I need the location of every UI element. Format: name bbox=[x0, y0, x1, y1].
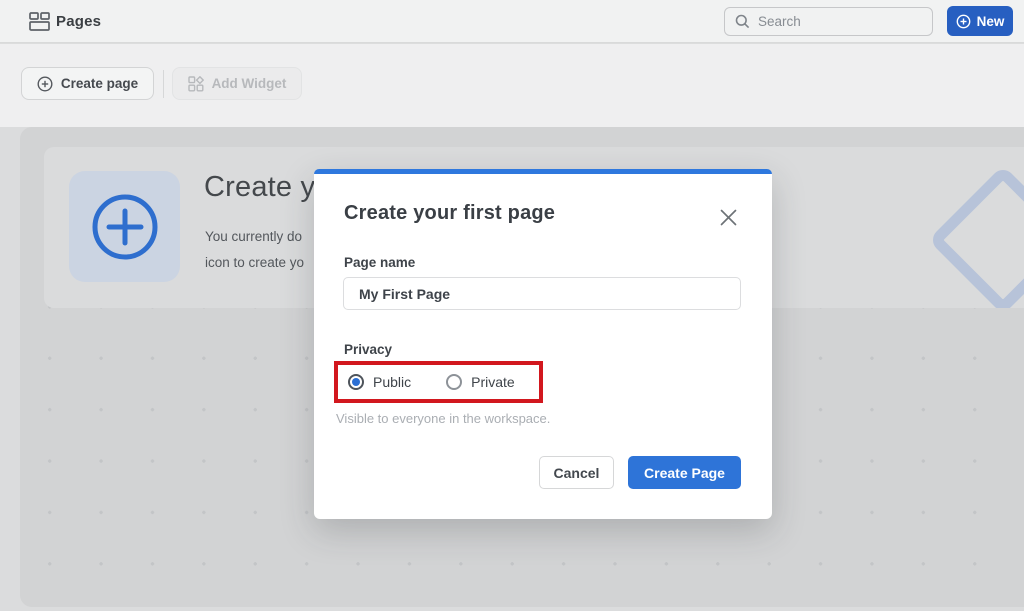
search-box[interactable] bbox=[724, 7, 933, 36]
create-page-modal: Create your first page Page name Privacy… bbox=[314, 169, 772, 519]
toolbar-divider bbox=[163, 70, 164, 98]
page-name-label: Page name bbox=[344, 255, 415, 270]
privacy-public-label: Public bbox=[373, 374, 411, 390]
pages-icon bbox=[29, 12, 50, 31]
create-page-submit-button[interactable]: Create Page bbox=[628, 456, 741, 489]
privacy-highlight-box: Public Private bbox=[334, 361, 543, 403]
plus-circle-icon bbox=[956, 14, 971, 29]
modal-accent-bar bbox=[314, 169, 772, 174]
empty-state-text-line2: icon to create yo bbox=[205, 255, 304, 270]
empty-state-text-line1: You currently do bbox=[205, 229, 302, 244]
privacy-label: Privacy bbox=[344, 342, 392, 357]
empty-state-heading: Create y bbox=[204, 171, 315, 204]
cancel-button[interactable]: Cancel bbox=[539, 456, 614, 489]
toolbar: Create page Add Widget bbox=[0, 44, 1024, 127]
modal-title: Create your first page bbox=[344, 202, 555, 225]
radio-selected-icon bbox=[348, 374, 364, 390]
new-button[interactable]: New bbox=[947, 6, 1013, 36]
create-page-tile[interactable] bbox=[69, 171, 180, 282]
search-icon bbox=[735, 14, 750, 29]
plus-circle-icon bbox=[90, 192, 160, 262]
search-input[interactable] bbox=[758, 14, 922, 29]
create-page-button-label: Create page bbox=[61, 76, 138, 91]
radio-unselected-icon bbox=[446, 374, 462, 390]
new-button-label: New bbox=[977, 14, 1005, 29]
decorative-diamond bbox=[928, 165, 1024, 308]
add-widget-button-label: Add Widget bbox=[212, 76, 287, 91]
page-name-input[interactable] bbox=[343, 277, 741, 310]
widgets-icon bbox=[188, 76, 204, 92]
privacy-radio-private[interactable]: Private bbox=[446, 374, 515, 390]
privacy-help-text: Visible to everyone in the workspace. bbox=[336, 411, 550, 426]
plus-circle-icon bbox=[37, 76, 53, 92]
app-header: Pages New bbox=[0, 0, 1024, 43]
privacy-private-label: Private bbox=[471, 374, 515, 390]
page-title: Pages bbox=[56, 13, 101, 30]
add-widget-button[interactable]: Add Widget bbox=[172, 67, 302, 100]
close-icon[interactable] bbox=[716, 205, 740, 229]
create-page-button[interactable]: Create page bbox=[21, 67, 154, 100]
privacy-radio-public[interactable]: Public bbox=[348, 374, 411, 390]
